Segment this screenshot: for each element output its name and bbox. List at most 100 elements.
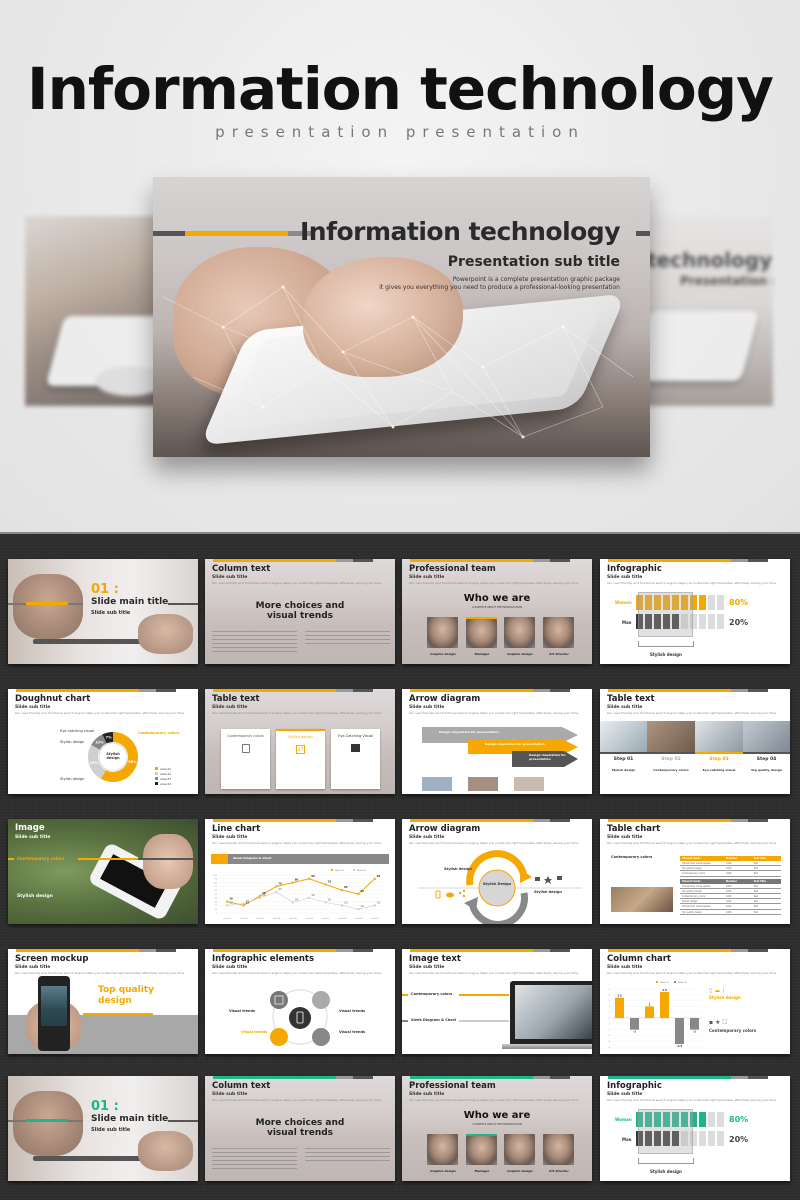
- woman-bar-segment: [717, 595, 724, 610]
- data-point: [341, 904, 343, 907]
- woman-bar-segment: [708, 595, 715, 610]
- thumb-infographic-elements[interactable]: Infographic elements Slide sub title Our…: [205, 949, 395, 1054]
- bracket: [638, 1158, 694, 1164]
- hero-section: Information technology presentation pres…: [0, 0, 800, 532]
- y-tick-label: 60: [214, 890, 217, 892]
- donut-center-label: Stylish design: [106, 752, 120, 760]
- legend-marker: [353, 869, 355, 871]
- thumb-slide-main-title-green[interactable]: 01 : Slide main title Slide sub title: [8, 1076, 198, 1181]
- thumb-table-chart[interactable]: Table chart Slide sub title Our user-fri…: [600, 819, 790, 924]
- infographic-label: Visual trends: [241, 1030, 268, 1034]
- man-bar-segment: [699, 614, 706, 629]
- arrow-label: Design inspiration for presentation: [529, 753, 566, 761]
- slide-description: Our user-friendly and functional search …: [409, 971, 580, 975]
- thumb-professional-team-green[interactable]: Professional team Slide sub title Our us…: [402, 1076, 592, 1181]
- slide-title: Image: [15, 823, 45, 833]
- x-tick-label: value07: [322, 918, 331, 920]
- member-role: Manager: [474, 1169, 490, 1173]
- step-number: Step 04: [756, 757, 777, 762]
- slide-title: Table chart: [607, 824, 661, 834]
- thumb-image-text[interactable]: Image text Slide sub title Our user-frie…: [402, 949, 592, 1054]
- man-bar-segment: [708, 614, 715, 629]
- man-bar-segment: [717, 1131, 724, 1146]
- column-chart: -5 -4 -3 -2 -1 0 1 2 3 4 5 3.5 -2 2 4.5 -4.5 -2 Value 01 V…: [608, 981, 702, 1049]
- slide-subtitle: Slide sub title: [91, 610, 131, 616]
- thumb-image[interactable]: Image Slide sub title Contemporary color…: [8, 819, 198, 924]
- laptop-image: [510, 981, 592, 1044]
- thumb-infographic[interactable]: Infographic Slide sub title Our user-fri…: [600, 559, 790, 664]
- bracket: [638, 641, 694, 647]
- y-tick-label: -1: [608, 1024, 611, 1026]
- donut-slice-label: 25%: [90, 761, 99, 765]
- tagline: A SUBTITLE ABOUT THE INTRODUCTION: [472, 606, 522, 609]
- data-label: 70: [278, 881, 282, 885]
- woman-percent: 80%: [729, 598, 749, 607]
- slide-subtitle: Slide sub title: [607, 835, 643, 840]
- headline: Top quality design: [98, 985, 154, 1006]
- thumb-infographic-green[interactable]: Infographic Slide sub title Our user-fri…: [600, 1076, 790, 1181]
- thumb-column-chart[interactable]: Column chart Slide sub title Our user-fr…: [600, 949, 790, 1054]
- data-label: 75: [328, 880, 332, 884]
- chart-icon: [211, 854, 228, 864]
- slide-subtitle: Slide sub title: [212, 575, 248, 580]
- data-label: 50: [360, 889, 364, 893]
- legend-marker: [656, 981, 658, 983]
- slide-title: Column chart: [607, 954, 671, 964]
- slide-title: Infographic: [607, 564, 662, 574]
- donut-slice-label: 58%: [128, 760, 137, 764]
- data-label: 90: [311, 874, 315, 878]
- thumb-table-text-steps[interactable]: Table text Slide sub title Our user-frie…: [600, 689, 790, 794]
- slide-description: Our user-friendly and functional search …: [15, 971, 186, 975]
- column-bar: [690, 1018, 699, 1030]
- main-slide-preview[interactable]: Information technology Presentation sub …: [153, 177, 650, 457]
- infographic-label: Visual trends: [229, 1009, 256, 1013]
- man-bar-segment: [699, 1131, 706, 1146]
- icon-row: ▪★⛶: [709, 1019, 729, 1026]
- section-heading: Sleek Diagram & Chart: [411, 1018, 457, 1022]
- data-point: [324, 883, 327, 886]
- network-icon: [351, 744, 360, 752]
- member-role: Art director: [549, 652, 569, 656]
- team-photo: [427, 1134, 458, 1165]
- data-point: [242, 904, 245, 907]
- thumb-table-text-cards[interactable]: Table text Slide sub title Our user-frie…: [205, 689, 395, 794]
- data-label: 20: [229, 900, 233, 904]
- y-tick-label: 90: [214, 879, 217, 881]
- x-tick-label: value08: [338, 918, 347, 920]
- slide-title: Professional team: [409, 564, 496, 574]
- section-heading: Contemporary colors: [17, 856, 65, 861]
- slide-description: Our user-friendly and functional search …: [607, 1098, 778, 1102]
- thumb-arrow-diagram[interactable]: Arrow diagram Slide sub title Our user-f…: [402, 689, 592, 794]
- slide-title: Infographic: [607, 1081, 662, 1091]
- data-label: 20: [344, 900, 348, 904]
- woman-label: Woman: [615, 600, 632, 605]
- thumb-arrow-diagram-cycle[interactable]: Arrow diagram Slide sub title Our user-f…: [402, 819, 592, 924]
- thumb-professional-team[interactable]: Professional team Slide sub title Our us…: [402, 559, 592, 664]
- data-label: 55: [278, 887, 282, 891]
- slide-title: Line chart: [212, 824, 261, 834]
- slide-description: Our user-friendly and functional search …: [607, 581, 778, 585]
- side-slide-title: technology: [647, 248, 773, 272]
- thumb-line-chart[interactable]: Line chart Slide sub title Our user-frie…: [205, 819, 395, 924]
- step-number: Step 02: [661, 757, 681, 762]
- thumb-screen-mockup[interactable]: Screen mockup Slide sub title Our user-f…: [8, 949, 198, 1054]
- data-point: [226, 900, 229, 903]
- y-tick-label: 80: [214, 882, 217, 884]
- main-slide-subtitle: Presentation sub title: [447, 254, 620, 270]
- data-point: [226, 904, 229, 907]
- thumb-column-text-green[interactable]: Column text Slide sub title Our user-fri…: [205, 1076, 395, 1181]
- bracket-label: Stylish design: [650, 1169, 682, 1174]
- thumb-column-text[interactable]: Column text Slide sub title Our user-fri…: [205, 559, 395, 664]
- thumb-slide-main-title[interactable]: 01 : Slide main title Slide sub title: [8, 559, 198, 664]
- thumb-doughnut-chart[interactable]: Doughnut chart Slide sub title Our user-…: [8, 689, 198, 794]
- clipboard-icon: [241, 744, 250, 753]
- slide-title: Screen mockup: [15, 954, 89, 964]
- slide-subtitle: Slide sub title: [409, 575, 445, 580]
- man-label: Man: [622, 1137, 632, 1142]
- y-tick-label: 0: [609, 1018, 611, 1020]
- selection-overlay: [638, 592, 693, 637]
- step-photo: [695, 721, 743, 752]
- callout-label: Stylish design: [60, 740, 85, 744]
- data-label: 4.5: [662, 988, 667, 992]
- data-point: [341, 889, 343, 892]
